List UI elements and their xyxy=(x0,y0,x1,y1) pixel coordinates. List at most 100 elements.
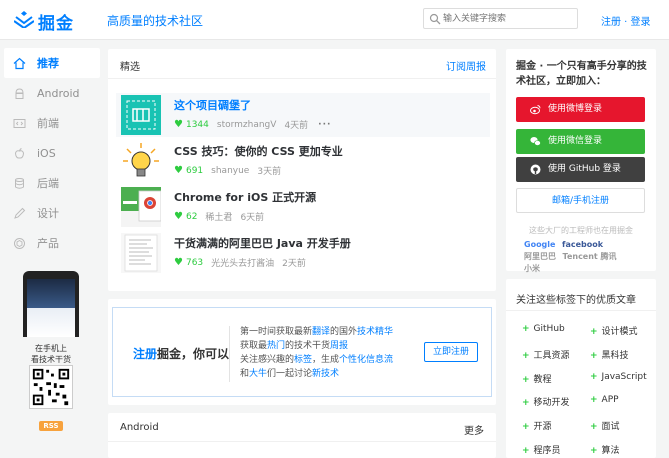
tag-open-source[interactable]: + 开源 xyxy=(522,419,552,432)
tag-programmer[interactable]: + 程序员 xyxy=(522,443,561,456)
rss-badge[interactable]: RSS xyxy=(39,421,63,431)
category-sidebar: 推荐 Android 前端 iOS 后端 设计 产品 xyxy=(0,48,100,258)
heart-icon[interactable]: ♥ xyxy=(174,119,183,130)
banner-cta: 注册掘金，你可以 xyxy=(133,345,229,362)
entry-title[interactable]: 干货满满的阿里巴巴 Java 开发手册 xyxy=(174,235,351,251)
plus-icon: + xyxy=(522,398,530,408)
more-link[interactable]: 更多 xyxy=(464,422,484,437)
tags-title: 关注这些标签下的优质文章 xyxy=(516,295,636,306)
benefit-highlight: 标签 xyxy=(294,355,313,365)
sidebar-item-android[interactable]: Android xyxy=(4,78,100,108)
like-count: 62 xyxy=(185,211,198,222)
android-icon xyxy=(12,86,26,100)
benefit-text: 的技术干货 xyxy=(285,341,331,351)
feed-entry[interactable]: Chrome for iOS 正式开源 ♥ 62 稀土君 6天前 xyxy=(116,185,490,229)
feed-entry[interactable]: 干货满满的阿里巴巴 Java 开发手册 ♥ 763 光光头去打酱油 2天前 xyxy=(116,231,490,275)
feed-entry[interactable]: 这个项目碉堡了 ♥ 1344 stormzhangV 4天前 ··· xyxy=(116,93,490,137)
entry-author[interactable]: 光光头去打酱油 xyxy=(211,256,274,269)
entry-author[interactable]: stormzhangV xyxy=(217,120,277,130)
feed-header: 精选 订阅周报 xyxy=(108,49,496,79)
entry-time: 4天前 xyxy=(284,121,309,131)
plus-icon: + xyxy=(522,375,530,385)
benefit-text: 们一起讨论 xyxy=(267,369,313,379)
register-now-button[interactable]: 立即注册 xyxy=(424,342,478,362)
tag-label: 工具资源 xyxy=(533,351,570,361)
brand-tencent: Tencent 腾讯 xyxy=(562,252,617,261)
plus-icon: + xyxy=(590,422,598,432)
feed-entry[interactable]: CSS 技巧：使你的 CSS 更加专业 ♥ 691 shanyue 3天前 xyxy=(116,139,490,183)
register-link[interactable]: 注册 xyxy=(133,347,157,361)
tag-black-tech[interactable]: + 黑科技 xyxy=(590,348,629,361)
more-options-icon[interactable]: ··· xyxy=(318,120,331,130)
benefit-text: 关注感兴趣的 xyxy=(240,355,295,365)
subscribe-weekly-link[interactable]: 订阅周报 xyxy=(446,58,486,73)
wechat-icon xyxy=(530,137,541,146)
weibo-login-button[interactable]: 使用微博登录 xyxy=(516,97,645,122)
benefit-highlight: 个性化信息流 xyxy=(339,355,394,365)
tag-javascript[interactable]: + JavaScript xyxy=(590,372,647,382)
plus-icon: + xyxy=(590,351,598,361)
sidebar-item-label: Android xyxy=(37,86,80,100)
tag-design-patterns[interactable]: + 设计模式 xyxy=(590,324,638,337)
login-register-label[interactable]: 注册 · 登录 xyxy=(601,17,651,28)
benefit-highlight: 热门 xyxy=(267,341,286,351)
sidebar-item-frontend[interactable]: 前端 xyxy=(4,108,100,138)
trust-text: 这些大厂的工程师也在用掘金 xyxy=(529,226,633,235)
heart-icon[interactable]: ♥ xyxy=(174,257,183,268)
logo-text[interactable]: 掘金 xyxy=(38,9,74,34)
like-count: 763 xyxy=(185,257,204,268)
home-icon xyxy=(12,56,26,70)
search-input[interactable] xyxy=(443,11,573,26)
search-icon[interactable] xyxy=(429,13,441,25)
benefit-text: 第一时间获取最新 xyxy=(240,327,313,337)
email-phone-register-button[interactable]: 邮箱/手机注册 xyxy=(516,188,645,213)
phone-mockup-image xyxy=(23,271,79,337)
entry-author[interactable]: shanyue xyxy=(211,166,249,176)
sidebar-item-label: 前端 xyxy=(37,117,59,130)
tag-label: 设计模式 xyxy=(601,327,638,337)
tag-tutorial[interactable]: + 教程 xyxy=(522,372,552,385)
sidebar-item-design[interactable]: 设计 xyxy=(4,198,100,228)
tags-divider xyxy=(506,310,656,311)
tag-tools[interactable]: + 工具资源 xyxy=(522,348,570,361)
weibo-login-label: 使用微博登录 xyxy=(548,104,603,114)
product-icon xyxy=(12,236,26,250)
banner-cta-text: 掘金，你可以 xyxy=(157,347,230,361)
entry-title[interactable]: Chrome for iOS 正式开源 xyxy=(174,189,316,205)
login-register-link[interactable]: 注册 · 登录 xyxy=(601,13,651,28)
sidebar-item-ios[interactable]: iOS xyxy=(4,138,100,168)
app-download-promo[interactable]: 在手机上 看技术干货 xyxy=(23,271,79,411)
wechat-login-button[interactable]: 使用微信登录 xyxy=(516,129,645,154)
entry-title[interactable]: CSS 技巧：使你的 CSS 更加专业 xyxy=(174,143,343,159)
juejin-logo-icon[interactable] xyxy=(14,10,34,28)
entry-title[interactable]: 这个项目碉堡了 xyxy=(174,97,251,113)
pencil-icon xyxy=(12,206,26,220)
benefit-highlight: 周报 xyxy=(330,341,349,351)
benefit-highlight: 新技术 xyxy=(312,369,340,379)
tag-app[interactable]: + APP xyxy=(590,395,619,405)
like-count: 691 xyxy=(185,165,204,176)
wechat-login-label: 使用微信登录 xyxy=(548,136,603,146)
sidebar-item-product[interactable]: 产品 xyxy=(4,228,100,258)
entry-thumbnail-document xyxy=(121,233,161,273)
sidebar-item-backend[interactable]: 后端 xyxy=(4,168,100,198)
github-login-button[interactable]: 使用 GitHub 登录 xyxy=(516,157,645,182)
tag-algorithm[interactable]: + 算法 xyxy=(590,443,620,456)
plus-icon: + xyxy=(590,446,598,456)
entry-time: 3天前 xyxy=(257,167,282,177)
entry-author[interactable]: 稀土君 xyxy=(205,210,232,223)
benefit-item: 第一时间获取最新翻译的国外技术精华 xyxy=(240,325,393,339)
benefit-list: 第一时间获取最新翻译的国外技术精华 获取最热门的技术干货周报 关注感兴趣的标签，… xyxy=(240,325,393,381)
sidebar-item-recommend[interactable]: 推荐 xyxy=(4,48,100,78)
top-header: 掘金 高质量的技术社区 注册 · 登录 xyxy=(0,0,669,40)
tag-interview[interactable]: + 面试 xyxy=(590,419,620,432)
search-box[interactable] xyxy=(423,8,578,29)
tag-github[interactable]: + GitHub xyxy=(522,324,565,334)
heart-icon[interactable]: ♥ xyxy=(174,211,183,222)
benefit-highlight: 翻译 xyxy=(312,327,331,337)
entry-meta: ♥ 1344 stormzhangV 4天前 ··· xyxy=(174,118,331,131)
entry-time: 6天前 xyxy=(240,213,265,223)
section-divider xyxy=(108,441,496,442)
heart-icon[interactable]: ♥ xyxy=(174,165,183,176)
tag-mobile-dev[interactable]: + 移动开发 xyxy=(522,395,570,408)
